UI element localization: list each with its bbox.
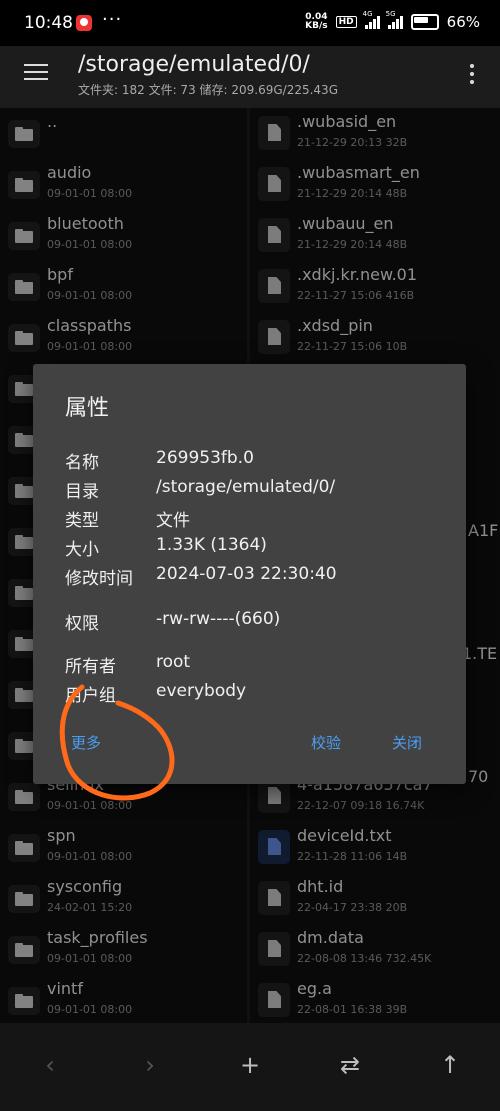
prop-label-modified: 修改时间 xyxy=(65,569,133,589)
prop-label-owner: 所有者 xyxy=(65,657,116,677)
app-notification-icon xyxy=(76,15,92,31)
menu-icon[interactable] xyxy=(24,64,48,82)
prop-label-name: 名称 xyxy=(65,453,99,473)
status-bar: 10:48 ··· 0.04 KB/s HD 4G 5G 66% xyxy=(0,0,500,46)
swap-panes-icon[interactable]: ⇄ xyxy=(328,1043,372,1087)
prop-value-group: everybody xyxy=(156,681,247,701)
battery-percent: 66% xyxy=(446,13,480,31)
more-notifications-icon: ··· xyxy=(102,9,123,30)
hd-icon: HD xyxy=(335,16,357,28)
verify-button[interactable]: 校验 xyxy=(311,732,341,753)
net-speed-unit: KB/s xyxy=(305,21,328,31)
status-icons: 0.04 KB/s HD 4G 5G 66% xyxy=(305,10,480,31)
signal-5g-label: 5G xyxy=(385,10,396,18)
up-directory-icon[interactable]: ↑ xyxy=(428,1043,472,1087)
signal-icon-4g: 4G xyxy=(363,10,380,29)
storage-stats: 文件夹: 182 文件: 73 储存: 209.69G/225.43G xyxy=(78,83,338,97)
prop-label-size: 大小 xyxy=(65,540,99,560)
prop-label-permissions: 权限 xyxy=(65,614,99,634)
prop-value-size: 1.33K (1364) xyxy=(156,535,267,555)
add-icon[interactable]: + xyxy=(228,1043,272,1087)
prop-value-directory: /storage/emulated/0/ xyxy=(156,477,336,497)
battery-icon xyxy=(410,14,439,30)
more-button[interactable]: 更多 xyxy=(71,732,101,753)
forward-icon[interactable]: › xyxy=(128,1043,172,1087)
prop-value-owner: root xyxy=(156,652,191,672)
prop-label-directory: 目录 xyxy=(65,482,99,502)
prop-label-group: 用户组 xyxy=(65,686,116,706)
signal-4g-label: 4G xyxy=(362,10,373,18)
close-button[interactable]: 关闭 xyxy=(392,732,422,753)
overflow-menu-icon[interactable] xyxy=(470,64,474,88)
dialog-title: 属性 xyxy=(65,396,110,421)
prop-value-modified: 2024-07-03 22:30:40 xyxy=(156,564,337,584)
signal-icon-5g: 5G xyxy=(386,10,403,29)
prop-label-type: 类型 xyxy=(65,511,99,531)
bottom-bar: ‹ › + ⇄ ↑ xyxy=(0,1023,500,1111)
prop-value-permissions: -rw-rw----(660) xyxy=(156,609,281,629)
properties-dialog: 属性 名称 269953fb.0 目录 /storage/emulated/0/… xyxy=(33,364,466,784)
network-speed: 0.04 KB/s xyxy=(305,13,327,31)
toolbar: /storage/emulated/0/ 文件夹: 182 文件: 73 储存:… xyxy=(0,46,500,108)
prop-value-name: 269953fb.0 xyxy=(156,448,254,468)
prop-value-type: 文件 xyxy=(156,511,190,531)
current-path: /storage/emulated/0/ xyxy=(78,52,310,77)
back-icon[interactable]: ‹ xyxy=(28,1043,72,1087)
clock: 10:48 xyxy=(24,13,73,33)
